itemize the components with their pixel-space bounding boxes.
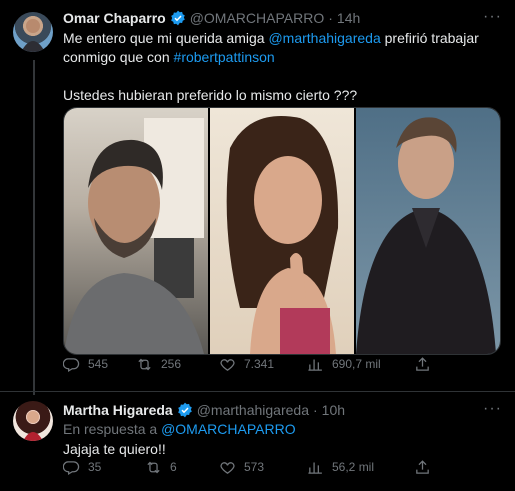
tweet-martha[interactable]: Martha Higareda @marthahigareda · 10h ··… (0, 392, 515, 491)
retweet-button[interactable]: 256 (136, 356, 181, 373)
photo-martha[interactable] (210, 108, 354, 354)
text-segment: prefirió trabajar (380, 30, 479, 46)
thread-line (33, 60, 35, 395)
reply-count: 35 (88, 460, 102, 474)
verified-badge-icon (177, 402, 193, 418)
mention-link[interactable]: @marthahigareda (268, 30, 380, 46)
tweet-text: Jajaja te quiero!! (63, 441, 166, 457)
more-icon[interactable]: ··· (483, 400, 502, 418)
views-button[interactable]: 690,7 mil (307, 356, 381, 373)
heart-icon (220, 358, 235, 371)
retweet-icon (147, 461, 160, 473)
reply-mention-link[interactable]: @OMARCHAPARRO (161, 421, 296, 437)
reply-count: 545 (88, 357, 109, 371)
reply-context: En respuesta a @OMARCHAPARRO (63, 420, 296, 439)
text-segment: conmigo que con (63, 49, 174, 65)
retweet-button[interactable]: 6 (145, 459, 177, 476)
reply-icon (63, 357, 80, 372)
views-count: 690,7 mil (332, 357, 381, 371)
separator-dot: · (312, 402, 318, 418)
views-button[interactable]: 56,2 mil (307, 459, 374, 476)
tweet-media[interactable] (63, 107, 501, 355)
tweet-omar[interactable]: Omar Chaparro @OMARCHAPARRO · 14h ··· Me… (0, 0, 515, 395)
like-count: 573 (244, 460, 265, 474)
like-button[interactable]: 573 (219, 459, 264, 476)
tweet-header: Martha Higareda @marthahigareda · 10h (63, 402, 345, 418)
like-count: 7.341 (244, 357, 275, 371)
verified-badge-icon (170, 10, 186, 26)
photo-robert[interactable] (356, 108, 500, 354)
share-icon (416, 459, 429, 474)
text-segment: Me entero que mi querida amiga (63, 30, 269, 46)
separator-dot: · (328, 10, 333, 26)
reply-prefix: En respuesta a (63, 421, 162, 437)
photo-omar[interactable] (64, 108, 208, 354)
tweet-header: Omar Chaparro @OMARCHAPARRO · 14h (63, 10, 360, 26)
views-count: 56,2 mil (332, 460, 375, 474)
retweet-count: 256 (161, 357, 182, 371)
hashtag-link[interactable]: #robertpattinson (174, 49, 275, 65)
views-icon (308, 462, 322, 474)
retweet-count: 6 (170, 460, 177, 474)
like-button[interactable]: 7.341 (219, 356, 274, 373)
timestamp[interactable]: 10h (322, 402, 345, 418)
author-name[interactable]: Omar Chaparro (63, 10, 166, 26)
retweet-icon (138, 358, 151, 370)
share-icon (416, 356, 429, 371)
more-icon[interactable]: ··· (483, 8, 502, 26)
reply-button[interactable]: 35 (63, 459, 101, 476)
views-icon (308, 359, 322, 371)
share-button[interactable] (414, 459, 431, 476)
timestamp[interactable]: 14h (337, 10, 360, 26)
text-line: Ustedes hubieran preferido lo mismo cier… (63, 87, 358, 103)
tweet-text: Me entero que mi querida amiga @marthahi… (63, 29, 503, 105)
avatar-martha[interactable] (13, 401, 53, 441)
share-button[interactable] (414, 356, 431, 373)
reply-icon (63, 460, 80, 475)
heart-icon (220, 461, 235, 474)
author-handle[interactable]: @OMARCHAPARRO (190, 10, 325, 26)
author-name[interactable]: Martha Higareda (63, 402, 173, 418)
reply-button[interactable]: 545 (63, 356, 108, 373)
author-handle[interactable]: @marthahigareda (197, 402, 309, 418)
avatar-omar[interactable] (13, 12, 53, 52)
